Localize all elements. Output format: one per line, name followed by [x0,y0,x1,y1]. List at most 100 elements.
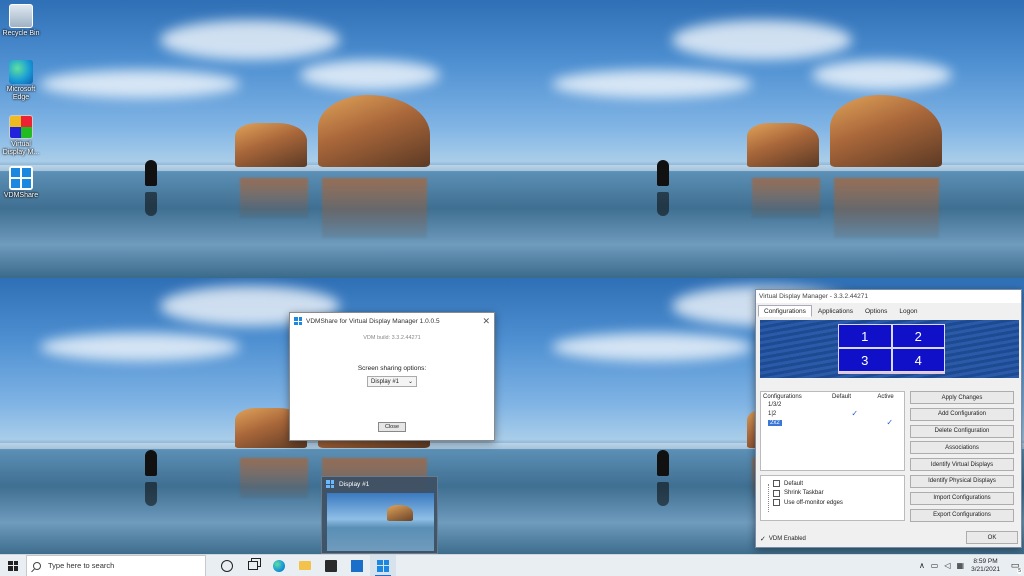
taskbar-file-explorer[interactable] [292,555,318,576]
vdmshare-icon [9,166,33,190]
identify-physical-displays-button[interactable]: Identify Physical Displays [910,474,1014,488]
clock-date: 3/21/2021 [971,565,1000,573]
desktop-icon-label: Virtual Display M... [2,141,40,156]
start-button[interactable] [0,555,26,576]
desktop-icon-vdm[interactable]: Virtual Display M... [0,115,42,157]
tab-configurations[interactable]: Configurations [758,305,812,317]
display-options-tree: Default Shrink Taskbar Use off-monitor e… [760,475,905,521]
display-layout-grid: 1 2 3 4 [838,324,945,374]
taskbar-store[interactable] [318,555,344,576]
volume-icon[interactable]: ◁ [944,561,950,570]
virtual-display-2-wallpaper [512,0,1024,278]
option-off-monitor-edges[interactable]: Use off-monitor edges [773,498,904,508]
edge-icon [273,559,285,572]
system-tray: ∧ ▭ ◁ ▦ 8:59 PM 3/21/2021 ▭ 5 [916,555,1024,576]
desktop-icon-vdmshare[interactable]: VDMShare [0,166,42,200]
virtual-display-1-wallpaper [0,0,512,278]
identify-virtual-displays-button[interactable]: Identify Virtual Displays [910,458,1014,472]
screen-sharing-label: Screen sharing options: [357,365,427,372]
vdm-action-buttons: Apply Changes Add Configuration Delete C… [908,391,1019,525]
tab-logon[interactable]: Logon [893,305,923,317]
taskbar-clock[interactable]: 8:59 PM 3/21/2021 [971,558,1000,574]
option-shrink-taskbar[interactable]: Shrink Taskbar [773,489,904,499]
active-check-icon: ✓ [886,418,894,427]
search-placeholder: Type here to search [48,561,115,570]
import-configurations-button[interactable]: Import Configurations [910,491,1014,505]
option-label: Shrink Taskbar [784,490,824,497]
vdm-icon [9,115,33,139]
virtual-display-cell[interactable]: 3 [839,349,891,371]
windows-logo-icon [8,560,18,571]
export-configurations-button[interactable]: Export Configurations [910,508,1014,522]
vdm-window-title: Virtual Display Manager - 3.3.2.44271 [759,293,868,300]
vdm-window: Virtual Display Manager - 3.3.2.44271 Co… [755,289,1022,548]
store-icon [325,559,337,572]
dialog-titlebar[interactable]: VDMShare for Virtual Display Manager 1.0… [290,313,494,329]
desktop-icon-recycle-bin[interactable]: Recycle Bin [0,4,42,38]
virtual-display-cell[interactable]: 4 [892,349,944,371]
configuration-row-selected[interactable]: 2x2 ✓ [761,418,904,427]
taskbar-edge[interactable] [266,555,292,576]
task-view-button[interactable] [240,555,266,576]
clock-time: 8:59 PM [973,557,998,565]
cortana-button[interactable] [214,555,240,576]
vdmshare-icon [326,480,334,488]
configuration-row[interactable]: 1|2 ✓ [761,409,904,418]
configuration-row[interactable]: 1/3/2 [761,400,904,409]
column-header-default: Default [832,394,852,400]
apply-changes-button[interactable]: Apply Changes [910,391,1014,404]
configuration-name: 1|2 [768,410,777,417]
taskbar-vdmshare[interactable] [370,554,396,576]
taskbar: Type here to search ∧ ▭ ◁ ▦ 8:59 PM 3/21… [0,554,1024,576]
vdmshare-icon [294,317,302,325]
cortana-icon [221,559,233,572]
taskbar-preview[interactable]: Display #1 [321,476,438,554]
vdm-titlebar[interactable]: Virtual Display Manager - 3.3.2.44271 [756,290,1021,303]
task-view-icon [248,561,258,570]
delete-configuration-button[interactable]: Delete Configuration [910,424,1014,438]
edge-icon [9,60,33,84]
associations-button[interactable]: Associations [910,441,1014,455]
option-label: Use off-monitor edges [784,499,843,506]
vdmshare-dialog: VDMShare for Virtual Display Manager 1.0… [289,312,495,441]
shrink-taskbar-checkbox[interactable] [773,489,780,497]
off-monitor-edges-checkbox[interactable] [773,499,780,507]
virtual-display-cell[interactable]: 2 [892,325,944,347]
configuration-name: 1/3/2 [768,401,782,408]
configurations-list: Configurations Default Active 1/3/2 1|2 … [760,391,905,471]
network-icon[interactable]: ▭ [931,561,939,570]
option-label: Default [784,480,804,487]
close-icon[interactable]: ✕ [482,316,490,327]
check-icon: ✓ [760,536,766,543]
add-configuration-button[interactable]: Add Configuration [910,407,1014,421]
notification-count: 5 [1017,567,1022,574]
vdm-enabled-label: VDM Enabled [768,536,806,542]
display-select[interactable]: Display #1 ⌄ [367,376,417,387]
vdm-enabled-toggle[interactable]: ✓ VDM Enabled [760,535,806,543]
tab-options[interactable]: Options [859,305,893,317]
recycle-bin-icon [9,4,33,28]
desktop-icon-label: Recycle Bin [2,30,40,37]
desktop-icon-label: Microsoft Edge [6,86,36,101]
chevron-down-icon: ⌄ [407,379,413,385]
tab-applications[interactable]: Applications [812,305,859,317]
desktop-icon-edge[interactable]: Microsoft Edge [0,60,42,102]
taskbar-mail[interactable] [344,555,370,576]
notification-center-button[interactable]: ▭ 5 [1006,555,1024,576]
keyboard-icon[interactable]: ▦ [957,561,965,570]
taskbar-search[interactable]: Type here to search [26,554,206,576]
close-button[interactable]: Close [378,422,406,432]
mail-icon [351,559,363,572]
option-default[interactable]: Default [773,479,904,489]
default-checkbox[interactable] [773,480,780,488]
dialog-title: VDMShare for Virtual Display Manager 1.0… [306,317,440,325]
ok-button[interactable]: OK [966,531,1018,544]
preview-thumbnail [327,493,434,551]
desktop-icon-label: VDMShare [3,192,39,199]
chevron-up-icon[interactable]: ∧ [919,561,925,570]
search-icon [33,561,41,570]
column-header-configurations: Configurations [763,394,802,400]
display-select-value: Display #1 [371,378,400,385]
virtual-display-cell[interactable]: 1 [839,325,891,347]
configuration-name: 2x2 [768,419,782,426]
